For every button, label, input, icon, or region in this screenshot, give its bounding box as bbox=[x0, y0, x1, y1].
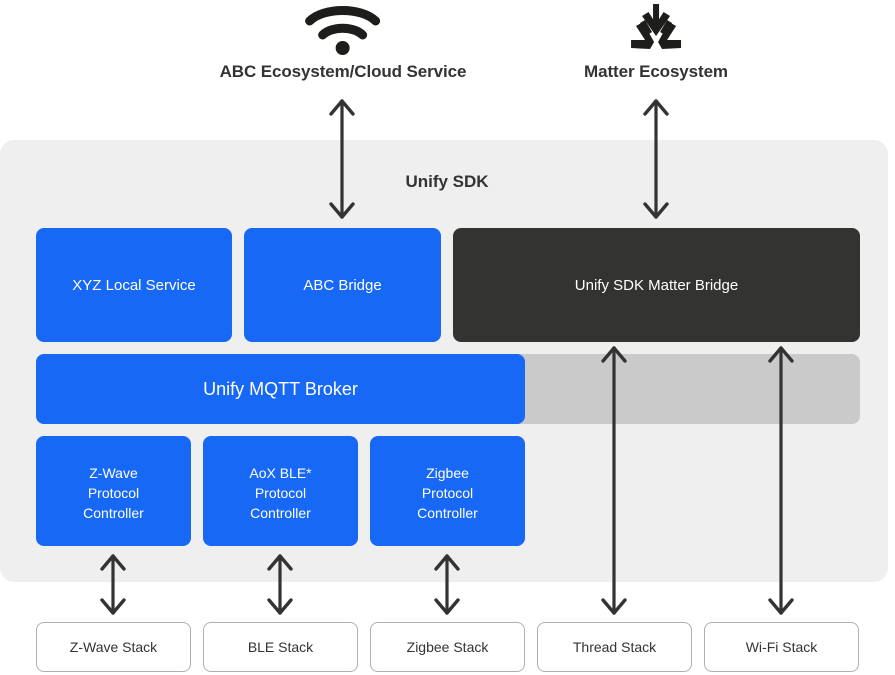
arrow-matter-bridge-to-wifi-stack bbox=[768, 346, 794, 615]
arrow-aox-controller-to-ble-stack bbox=[267, 554, 293, 615]
diagram-canvas: ABC Ecosystem/Cloud Service Matter Ecosy… bbox=[0, 0, 895, 675]
arrow-zigbee-controller-to-zigbee-stack bbox=[434, 554, 460, 615]
arrow-abc-ecosystem-to-abc-bridge bbox=[329, 99, 355, 219]
connector-layer bbox=[100, 99, 794, 615]
arrow-matter-bridge-to-thread-stack bbox=[601, 346, 627, 615]
arrow-matter-ecosystem-to-matter-bridge bbox=[643, 99, 669, 219]
arrow-zwave-controller-to-zwave-stack bbox=[100, 554, 126, 615]
